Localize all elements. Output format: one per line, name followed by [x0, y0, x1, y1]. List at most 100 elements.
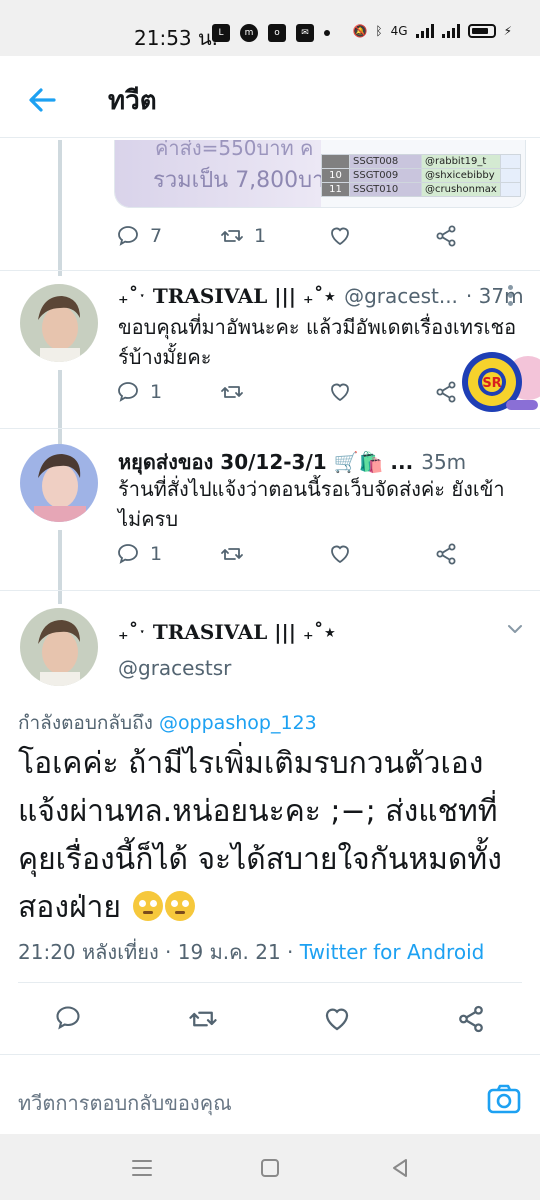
- page-title: ทวีต: [108, 86, 157, 116]
- status-bar: 21:53 น. L m o ✉ 🔕 ᛒ 4G ⚡: [0, 0, 540, 56]
- avatar-image: [20, 444, 98, 522]
- replying-to-label: กำลังตอบกลับถึง: [18, 712, 159, 734]
- table-cell: [499, 182, 521, 197]
- charging-icon: ⚡: [503, 24, 512, 38]
- camera-app-icon: o: [268, 24, 286, 42]
- thread-connector: [58, 370, 62, 446]
- media-image-left: ค่าส่ง=550บาท ค รวมเป็น 7,800บา: [115, 140, 325, 207]
- reply-composer[interactable]: ทวีตการตอบกลับของคุณ: [0, 1054, 540, 1134]
- avatar-image: [20, 284, 98, 362]
- menu-icon[interactable]: [130, 1156, 154, 1180]
- table-cell: [499, 168, 521, 183]
- table-cell: 10: [321, 168, 350, 183]
- tweet-header: ₊˚ˑ TRASIVAL ||| ₊˚⋆ @gracest... · 37m: [118, 284, 524, 308]
- share-button[interactable]: [434, 380, 458, 404]
- retweet-icon: [221, 230, 243, 242]
- client-link[interactable]: Twitter for Android: [300, 940, 485, 964]
- arrow-left-icon[interactable]: [22, 80, 62, 120]
- share-icon: [436, 543, 456, 565]
- signal-icon-2: [441, 24, 460, 38]
- tweet-media[interactable]: ค่าส่ง=550บาท ค รวมเป็น 7,800บา SSGT008 …: [114, 140, 526, 208]
- retweet-icon: [189, 1011, 217, 1027]
- avatar[interactable]: [20, 284, 98, 362]
- table-cell: SSGT010: [349, 182, 422, 197]
- reply-button[interactable]: 7: [116, 224, 162, 248]
- reply-button[interactable]: 1: [116, 542, 162, 566]
- media-image-right: SSGT008 @rabbit19_t 10 SSGT009 @shxicebi…: [321, 140, 525, 207]
- table-row: 10 SSGT009 @shxicebibby: [321, 168, 521, 183]
- share-button[interactable]: [434, 542, 458, 566]
- reply-count: 1: [150, 381, 163, 403]
- notification-icons: L m o ✉: [212, 24, 330, 42]
- like-button[interactable]: [328, 380, 352, 404]
- table-cell: SSGT009: [349, 168, 422, 183]
- sr-sticker-icon: SR: [462, 352, 540, 412]
- back-icon[interactable]: [388, 1156, 412, 1180]
- reply-button[interactable]: 1: [116, 380, 162, 404]
- heart-icon: [331, 227, 349, 246]
- camera-icon[interactable]: [484, 1079, 524, 1119]
- line-app-icon: L: [212, 24, 230, 42]
- table-row: 11 SSGT010 @crushonmax: [321, 182, 521, 197]
- signal-icon: [415, 24, 434, 38]
- divider: [0, 428, 540, 429]
- retweet-icon: [221, 386, 243, 398]
- more-options-icon[interactable]: [506, 282, 514, 309]
- reply-icon: [56, 1006, 80, 1030]
- retweet-count: 1: [254, 225, 267, 247]
- tweet-timestamp: 21:20 หลังเที่ยง · 19 ม.ค. 21 ·: [18, 940, 300, 964]
- home-icon[interactable]: [258, 1156, 282, 1180]
- focus-tweet-text: โอเคค่ะ ถ้ามีไรเพิ่มเติมรบกวนตัวเองแจ้งผ…: [18, 740, 528, 932]
- tweet-meta: 21:20 หลังเที่ยง · 19 ม.ค. 21 · Twitter …: [18, 936, 484, 968]
- tweet-time: 35m: [421, 450, 467, 474]
- table-cell: @crushonmax: [421, 182, 501, 197]
- retweet-button[interactable]: [220, 542, 244, 566]
- reply-count: 7: [150, 225, 163, 247]
- reply-icon: [118, 226, 138, 246]
- rolling-eyes-emoji-icon: [132, 891, 163, 921]
- reply-button[interactable]: [54, 1004, 82, 1032]
- bluetooth-icon: ᛒ: [375, 24, 383, 38]
- svg-text:SR: SR: [482, 376, 501, 391]
- reply-icon: [118, 382, 138, 402]
- display-name[interactable]: ₊˚ˑ TRASIVAL ||| ₊˚⋆: [118, 284, 336, 308]
- avatar-image: [20, 608, 98, 686]
- retweet-button[interactable]: [220, 380, 244, 404]
- display-name[interactable]: ₊˚ˑ TRASIVAL ||| ₊˚⋆: [118, 620, 336, 644]
- like-button[interactable]: [322, 1004, 352, 1034]
- status-time: 21:53 น.: [134, 26, 219, 50]
- share-button[interactable]: [456, 1004, 486, 1034]
- reply-input[interactable]: ทวีตการตอบกลับของคุณ: [18, 1087, 232, 1119]
- table-cell: SSGT008: [349, 154, 422, 169]
- share-icon: [459, 1005, 483, 1033]
- reply-icon: [118, 544, 138, 564]
- retweet-button[interactable]: 1: [220, 224, 266, 248]
- table-row: SSGT008 @rabbit19_t: [321, 154, 521, 169]
- share-button[interactable]: [434, 224, 458, 248]
- thread-connector: [58, 530, 62, 604]
- more-notifications-icon: [324, 30, 330, 36]
- table-cell: [321, 154, 350, 169]
- tweet-text: ร้านที่สั่งไปแจ้งว่าตอนนี้รอเว็บจัดส่งค่…: [118, 477, 505, 531]
- tweet-time: · 37m: [465, 284, 524, 308]
- rolling-eyes-emoji-icon: [164, 891, 195, 921]
- media-text-top: ค่าส่ง=550บาท ค: [155, 140, 314, 160]
- chevron-down-icon[interactable]: [504, 618, 526, 640]
- retweet-button[interactable]: [188, 1004, 218, 1034]
- retweet-icon: [221, 548, 243, 560]
- mention-link[interactable]: @oppashop_123: [159, 712, 317, 734]
- avatar[interactable]: [20, 608, 98, 686]
- divider: [0, 270, 540, 271]
- user-handle[interactable]: @gracestsr: [118, 656, 231, 680]
- avatar[interactable]: [20, 444, 98, 522]
- like-button[interactable]: [328, 224, 362, 248]
- table-cell: @shxicebibby: [421, 168, 501, 183]
- like-button[interactable]: [328, 542, 352, 566]
- user-handle[interactable]: @gracest...: [344, 284, 458, 308]
- thread-connector: [58, 140, 62, 276]
- spreadsheet-image: SSGT008 @rabbit19_t 10 SSGT009 @shxicebi…: [321, 154, 521, 197]
- app-bar: ทวีต: [0, 56, 540, 138]
- divider: [18, 982, 522, 983]
- tweet-text: โอเคค่ะ ถ้ามีไรเพิ่มเติมรบกวนตัวเองแจ้งผ…: [18, 746, 502, 925]
- divider: [0, 590, 540, 591]
